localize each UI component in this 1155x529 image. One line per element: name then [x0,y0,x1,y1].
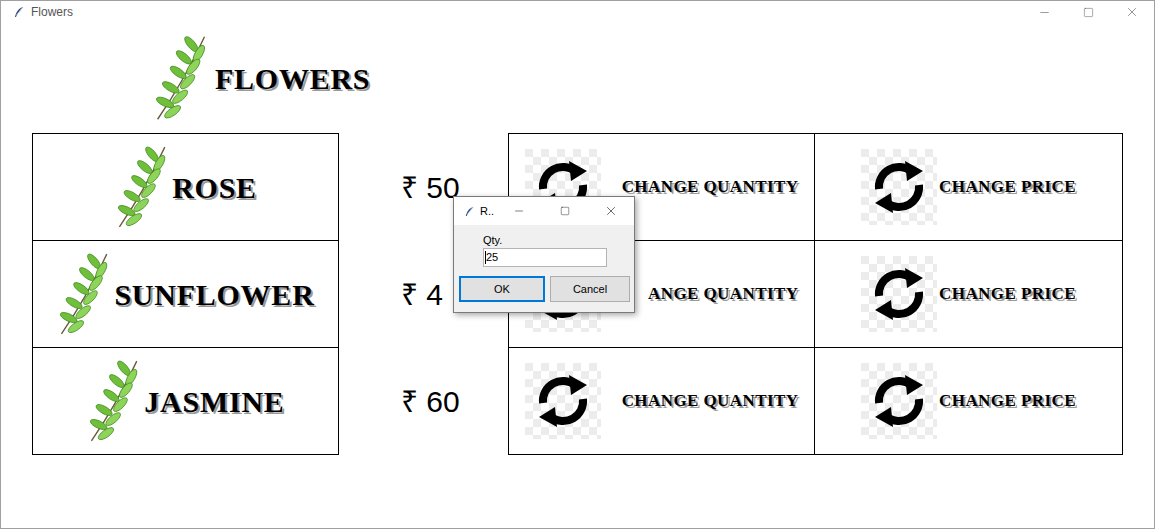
change-price-button[interactable]: CHANGE PRICE [814,133,1123,241]
quantity-dialog: R.. Qty. 25 OKCancel [453,196,635,313]
dialog-title-bar: R.. [454,197,634,225]
flower-name: SUNFLOWER [114,272,314,317]
leaf-branch-icon [114,142,172,232]
price-cell: ₹ 60 [339,347,508,455]
flower-name: ROSE [172,165,257,210]
close-icon [604,204,618,218]
maximize-button[interactable] [1066,7,1110,18]
flowers-window: Flowers FLOWERS ROSE ₹ 50 CHANGE QUANTITY CHA… [0,0,1155,529]
maximize-icon [1083,7,1094,18]
refresh-icon [861,363,937,439]
maximize-icon [560,206,570,216]
flower-name-cell: SUNFLOWER [32,240,339,348]
flower-name: JASMINE [144,379,284,424]
change-price-button[interactable]: CHANGE PRICE [814,347,1123,455]
refresh-icon [861,256,937,332]
minimize-button[interactable] [1022,6,1066,19]
flower-name-cell: JASMINE [32,347,339,455]
window-title: Flowers [31,3,73,21]
header: FLOWERS [1,23,1154,133]
leaf-branch-icon [151,33,213,123]
header-title: FLOWERS [215,56,370,101]
feather-icon [13,6,25,18]
close-button[interactable] [1110,5,1154,19]
minimize-icon [513,205,525,217]
leaf-branch-icon [56,249,114,339]
change-price-label: CHANGE PRICE [939,174,1076,200]
change-price-button[interactable]: CHANGE PRICE [814,240,1123,348]
dialog-button[interactable]: OK [459,276,545,302]
quantity-value: 25 [486,249,498,266]
minimize-icon [1038,6,1051,19]
dialog-label: Qty. [483,233,607,247]
flower-name-cell: ROSE [32,133,339,241]
title-bar: Flowers [1,1,1154,23]
change-quantity-button[interactable]: CHANGE QUANTITY [508,347,815,455]
price: ₹ 4 [401,272,443,317]
quantity-input[interactable]: 25 [483,248,607,267]
price: ₹ 60 [401,379,460,424]
dialog-minimize-button[interactable] [496,205,542,217]
feather-icon [464,206,475,217]
dialog-maximize-button[interactable] [542,206,588,216]
change-quantity-label: CHANGE QUANTITY [603,388,799,414]
refresh-icon [525,363,601,439]
dialog-close-button[interactable] [588,204,634,218]
close-icon [1125,5,1139,19]
leaf-branch-icon [86,356,144,446]
dialog-button[interactable]: Cancel [550,276,630,302]
change-price-label: CHANGE PRICE [939,281,1076,307]
dialog-title: R.. [480,203,494,220]
refresh-icon [861,149,937,225]
change-price-label: CHANGE PRICE [939,388,1076,414]
price: ₹ 50 [401,165,460,210]
